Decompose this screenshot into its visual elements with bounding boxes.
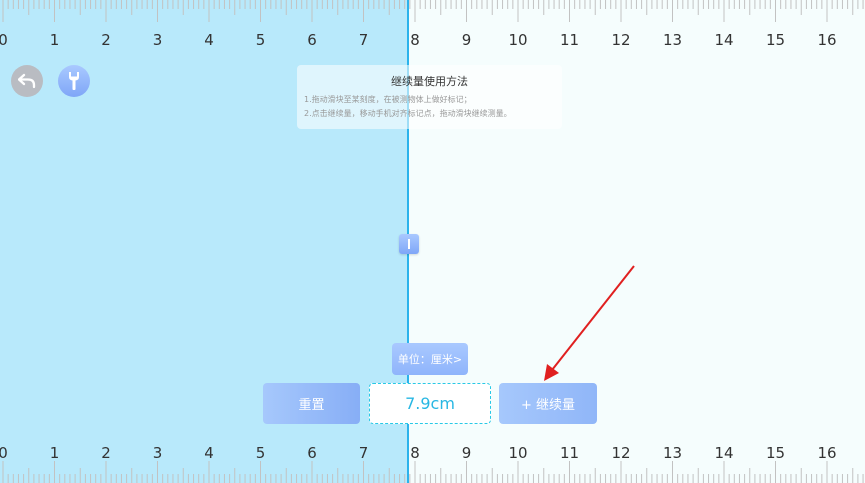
help-panel: 继续量使用方法 1.拖动滑块至某刻度，在被测物体上做好标记； 2.点击继续量，移…	[297, 65, 562, 129]
ruler-label-bottom: 6	[307, 444, 317, 462]
ruler-label-top: 2	[101, 31, 111, 49]
wrench-icon	[69, 72, 79, 90]
help-step-1: 1.拖动滑块至某刻度，在被测物体上做好标记；	[304, 95, 472, 104]
settings-button[interactable]	[58, 65, 90, 97]
ruler-label-bottom: 9	[462, 444, 472, 462]
ruler-label-bottom: 8	[410, 444, 420, 462]
ruler-label-bottom: 11	[560, 444, 579, 462]
ruler-label-top: 7	[359, 31, 369, 49]
ruler-label-bottom: 15	[766, 444, 785, 462]
back-button[interactable]	[11, 65, 43, 97]
ruler-label-top: 4	[204, 31, 214, 49]
ruler-label-bottom: 13	[663, 444, 682, 462]
ruler-label-top: 16	[817, 31, 836, 49]
ruler-label-top: 6	[307, 31, 317, 49]
ruler-label-bottom: 5	[256, 444, 266, 462]
ruler-label-top: 13	[663, 31, 682, 49]
ruler-label-bottom: 12	[611, 444, 630, 462]
help-step-2: 2.点击继续量，移动手机对齐标记点，拖动滑块继续测量。	[304, 109, 512, 118]
ruler-label-bottom: 7	[359, 444, 369, 462]
reset-button[interactable]: 重置	[263, 383, 360, 424]
ruler-label-top: 11	[560, 31, 579, 49]
continue-measure-button[interactable]: + 继续量	[499, 383, 597, 424]
ruler-label-top: 12	[611, 31, 630, 49]
ruler-label-bottom: 2	[101, 444, 111, 462]
measurement-value: 7.9cm	[369, 383, 491, 424]
ruler-label-top: 8	[410, 31, 420, 49]
slider-handle-icon[interactable]	[399, 234, 419, 254]
help-title: 继续量使用方法	[391, 75, 468, 88]
ruler-label-top: 3	[153, 31, 163, 49]
ruler-label-top: 15	[766, 31, 785, 49]
ruler-label-top: 9	[462, 31, 472, 49]
ruler-label-top: 1	[50, 31, 60, 49]
ruler-label-bottom: 0	[0, 444, 8, 462]
ruler-label-bottom: 10	[508, 444, 527, 462]
ruler-label-bottom: 3	[153, 444, 163, 462]
ruler-label-bottom: 4	[204, 444, 214, 462]
ruler-label-top: 10	[508, 31, 527, 49]
ruler-label-top: 0	[0, 31, 8, 49]
ruler-label-bottom: 14	[714, 444, 733, 462]
ruler-label-bottom: 1	[50, 444, 60, 462]
ruler-label-top: 5	[256, 31, 266, 49]
ruler-label-bottom: 16	[817, 444, 836, 462]
unit-button[interactable]: 单位：厘米>	[392, 343, 468, 375]
back-arrow-icon	[18, 73, 36, 89]
ruler-label-top: 14	[714, 31, 733, 49]
